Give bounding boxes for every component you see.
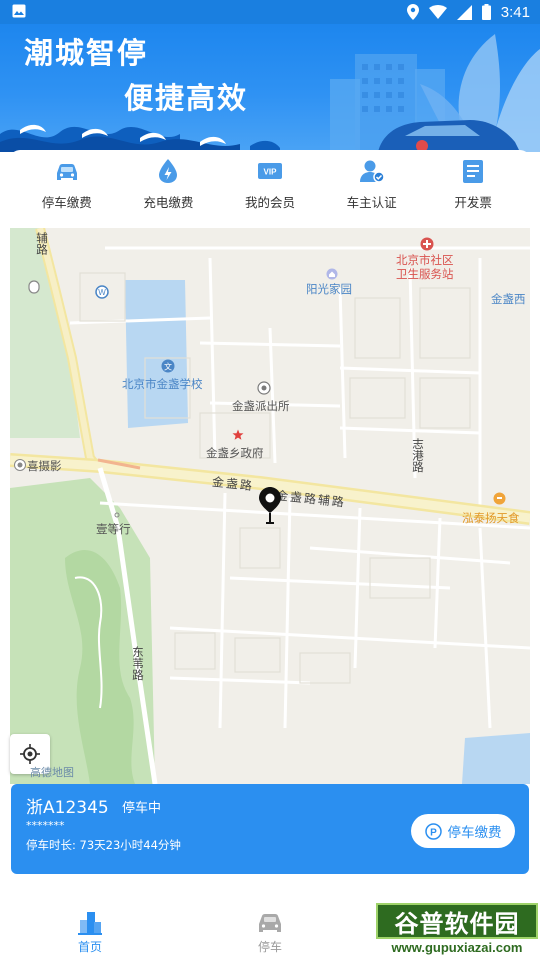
status-bar: 3:41 — [0, 0, 540, 24]
watermark-url: www.gupuxiazai.com — [391, 940, 523, 955]
car-icon — [56, 164, 77, 180]
map-label-photo-studio: 喜摄影 — [27, 459, 62, 473]
location-pin-icon — [259, 487, 281, 524]
crosshair-icon — [20, 744, 40, 764]
map-label-dongwei-road: 东苇路 — [131, 646, 145, 681]
menu-label: 车主认证 — [346, 195, 397, 210]
status-time: 3:41 — [500, 3, 530, 21]
masked-info: ******* — [26, 819, 65, 832]
menu-owner-verification[interactable]: 车主认证 — [321, 150, 423, 216]
menu-issue-invoice[interactable]: 开发票 — [422, 150, 524, 216]
nav-parking[interactable]: 停车 — [240, 908, 300, 955]
map-label-restaurant: 泓泰扬天食 — [462, 511, 520, 525]
banner-slogan-line2: 便捷高效 — [124, 81, 249, 115]
poi-dot-icon — [114, 512, 120, 518]
pay-button-label: 停车缴费 — [447, 825, 502, 841]
menu-label: 开发票 — [454, 195, 492, 210]
nav-label: 停车 — [257, 940, 282, 954]
signal-icon — [456, 4, 472, 20]
map-label-yideng: 壹等行 — [96, 522, 131, 536]
invoice-icon — [463, 160, 484, 183]
user-verify-icon — [359, 160, 385, 183]
map-label-school: 北京市金盏学校 — [122, 377, 203, 391]
svg-text:VIP: VIP — [264, 168, 278, 177]
nav-label: 首页 — [77, 940, 102, 954]
menu-label: 我的会员 — [244, 195, 295, 210]
vip-icon: VIP — [257, 163, 282, 179]
parking-map[interactable]: W 文 辅路 北京市社区 卫生服务站 阳光家园 金盏西 北京市金盏学校 金盏派出… — [10, 228, 530, 784]
parking-status: 停车中 — [122, 801, 162, 816]
map-label-yangguang: 阳光家园 — [306, 282, 352, 296]
car-icon — [259, 914, 281, 932]
promo-banner[interactable]: 潮城智停 便捷高效 — [0, 24, 540, 152]
charge-drop-icon — [159, 159, 178, 183]
menu-my-membership[interactable]: VIP 我的会员 — [219, 150, 321, 216]
map-label-government: 金盏乡政府 — [206, 446, 264, 460]
banner-slogan-line1: 潮城智停 — [24, 36, 149, 70]
app-root: 3:41 潮城智停 便捷高效 停车缴费 充电缴费 VIP 我的会员 车主认证 开… — [0, 0, 540, 960]
home-buildings-icon — [78, 912, 102, 935]
parking-p-icon: P — [424, 822, 442, 840]
menu-label: 充电缴费 — [143, 195, 194, 210]
government-star-icon — [232, 429, 244, 440]
parking-status-card[interactable]: 浙A12345 停车中 ******* 停车时长: 73天23小时44分钟 P … — [11, 784, 529, 874]
map-label-community-center-2: 卫生服务站 — [396, 267, 454, 281]
svg-text:文: 文 — [164, 362, 172, 372]
gallery-notification-icon — [12, 4, 26, 18]
nav-home[interactable]: 首页 — [60, 908, 120, 955]
battery-icon — [481, 4, 491, 20]
map-label-zhigang-road: 志港路 — [411, 438, 425, 473]
license-plate: 浙A12345 — [26, 798, 109, 818]
school-icon: 文 — [161, 359, 175, 373]
status-icons: 3:41 — [406, 2, 530, 22]
map-label-fuzhu-road: 辅路 — [35, 232, 49, 255]
camera-icon — [14, 459, 26, 471]
pay-parking-button[interactable]: P 停车缴费 — [411, 814, 515, 848]
watermark-title: 谷普软件园 — [394, 909, 520, 938]
menu-charging-payment[interactable]: 充电缴费 — [118, 150, 220, 216]
wifi-icon — [428, 5, 447, 19]
restaurant-icon — [493, 492, 506, 505]
map-provider-logo: 高德地图 — [30, 766, 74, 779]
map-label-police-station: 金盏派出所 — [232, 399, 290, 413]
site-watermark: 谷普软件园 www.gupuxiazai.com — [376, 903, 538, 959]
vw-dealer-icon: W — [95, 285, 109, 299]
poi-marker-icon — [28, 280, 40, 294]
hospital-icon — [420, 237, 434, 251]
quick-menu: 停车缴费 充电缴费 VIP 我的会员 车主认证 开发票 — [10, 150, 530, 216]
residential-icon — [326, 268, 338, 280]
menu-parking-payment[interactable]: 停车缴费 — [16, 150, 118, 216]
map-label-jinzhan-west: 金盏西 — [491, 292, 526, 306]
location-icon — [406, 4, 419, 20]
police-icon — [257, 381, 271, 395]
parking-duration: 停车时长: 73天23小时44分钟 — [26, 838, 181, 852]
svg-text:P: P — [430, 827, 437, 838]
svg-text:W: W — [98, 288, 106, 297]
watermark-banner: 谷普软件园 — [376, 903, 538, 939]
menu-label: 停车缴费 — [41, 195, 92, 210]
